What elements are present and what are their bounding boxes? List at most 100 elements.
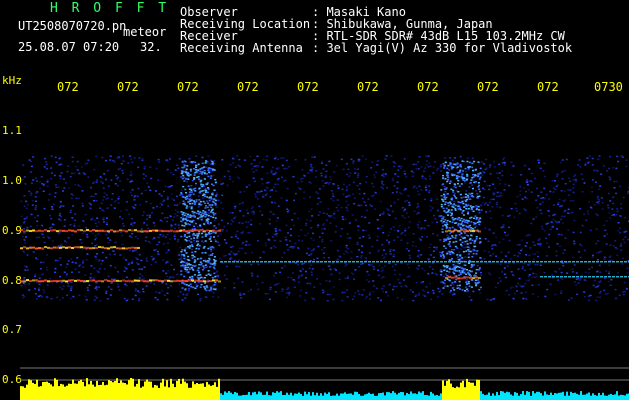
timestamp: 25.08.07 07:20 (18, 40, 120, 54)
carrier-segment (38, 247, 41, 250)
level-bar (466, 378, 468, 400)
level-bar (386, 392, 388, 400)
carrier-segment (77, 229, 80, 232)
level-bar (322, 395, 324, 400)
level-bar (312, 392, 314, 400)
level-bar (426, 395, 428, 400)
carrier-segment (428, 261, 431, 263)
carrier-segment (62, 229, 65, 232)
level-bar (468, 381, 470, 400)
level-bar (220, 393, 222, 400)
carrier-segment (113, 246, 116, 249)
level-bar (130, 378, 132, 400)
carrier-segment (404, 261, 407, 263)
carrier-segment (252, 261, 255, 263)
carrier-segment (460, 277, 463, 280)
carrier-segment (68, 279, 71, 282)
carrier-segment (113, 279, 116, 282)
level-bar (118, 383, 120, 400)
carrier-segment (101, 280, 104, 283)
carrier-segment (209, 279, 212, 282)
level-bar (374, 395, 376, 400)
carrier-segment (128, 279, 131, 282)
level-bar (420, 392, 422, 400)
carrier-segment (316, 261, 319, 263)
x-tick-label: 072 (417, 80, 439, 94)
level-bar (422, 391, 424, 400)
carrier-segment (62, 279, 65, 282)
carrier-segment (454, 229, 457, 232)
level-bar (504, 392, 506, 400)
level-bar (178, 378, 180, 400)
carrier-segment (41, 280, 44, 283)
carrier-segment (312, 261, 315, 263)
carrier-segment (26, 229, 29, 232)
level-bar (334, 395, 336, 400)
carrier-segment (469, 276, 472, 279)
carrier-segment (95, 247, 98, 250)
level-bar (316, 392, 318, 400)
level-bar (194, 384, 196, 400)
carrier-segment (89, 279, 92, 282)
level-bar (344, 392, 346, 400)
carrier-segment (276, 261, 279, 263)
y-tick-label: 0.9 (2, 224, 22, 237)
level-bar (98, 385, 100, 400)
carrier-segment (92, 247, 95, 250)
carrier-segment (292, 261, 295, 263)
carrier-segment (161, 230, 164, 233)
level-bar (114, 380, 116, 400)
level-bar (522, 391, 524, 400)
carrier-segment (548, 261, 551, 263)
level-bar (488, 392, 490, 400)
level-bar (300, 394, 302, 400)
level-bar (262, 394, 264, 400)
level-bar (526, 391, 528, 400)
level-bar (166, 380, 168, 400)
carrier-segment (80, 246, 83, 249)
carrier-segment (484, 261, 487, 263)
carrier-segment (564, 276, 567, 278)
level-bar (176, 380, 178, 400)
level-bar (38, 386, 40, 400)
carrier-segment (492, 261, 495, 263)
carrier-segment (98, 279, 101, 282)
level-bar (52, 386, 54, 400)
level-bar (142, 386, 144, 400)
carrier-segment (74, 246, 77, 249)
level-bar (76, 383, 78, 400)
carrier-segment (268, 261, 271, 263)
carrier-segment (475, 229, 478, 232)
carrier-segment (107, 279, 110, 282)
level-bar (72, 379, 74, 400)
carrier-segment (143, 280, 146, 283)
level-bar (274, 392, 276, 400)
carrier-segment (20, 247, 23, 250)
carrier-segment (68, 246, 71, 249)
level-bar (440, 393, 442, 400)
carrier-segment (95, 229, 98, 232)
carrier-segment (161, 280, 164, 283)
level-bar (202, 383, 204, 400)
carrier-segment (576, 276, 579, 278)
level-bar (278, 392, 280, 400)
carrier-segment (372, 261, 375, 263)
level-bar (520, 394, 522, 400)
level-bar (74, 383, 76, 400)
level-bar (576, 393, 578, 400)
carrier-segment (68, 229, 71, 232)
level-bar (54, 378, 56, 400)
level-bar (604, 395, 606, 400)
carrier-segment (218, 229, 221, 232)
carrier-segment (74, 279, 77, 282)
level-bar (432, 393, 434, 400)
level-bar (412, 393, 414, 400)
level-bar (380, 392, 382, 400)
carrier-segment (128, 229, 131, 232)
level-bar (40, 386, 42, 400)
carrier-segment (203, 280, 206, 283)
carrier-segment (32, 279, 35, 282)
carrier-segment (44, 229, 47, 232)
carrier-segment (173, 280, 176, 283)
carrier-segment (107, 247, 110, 250)
